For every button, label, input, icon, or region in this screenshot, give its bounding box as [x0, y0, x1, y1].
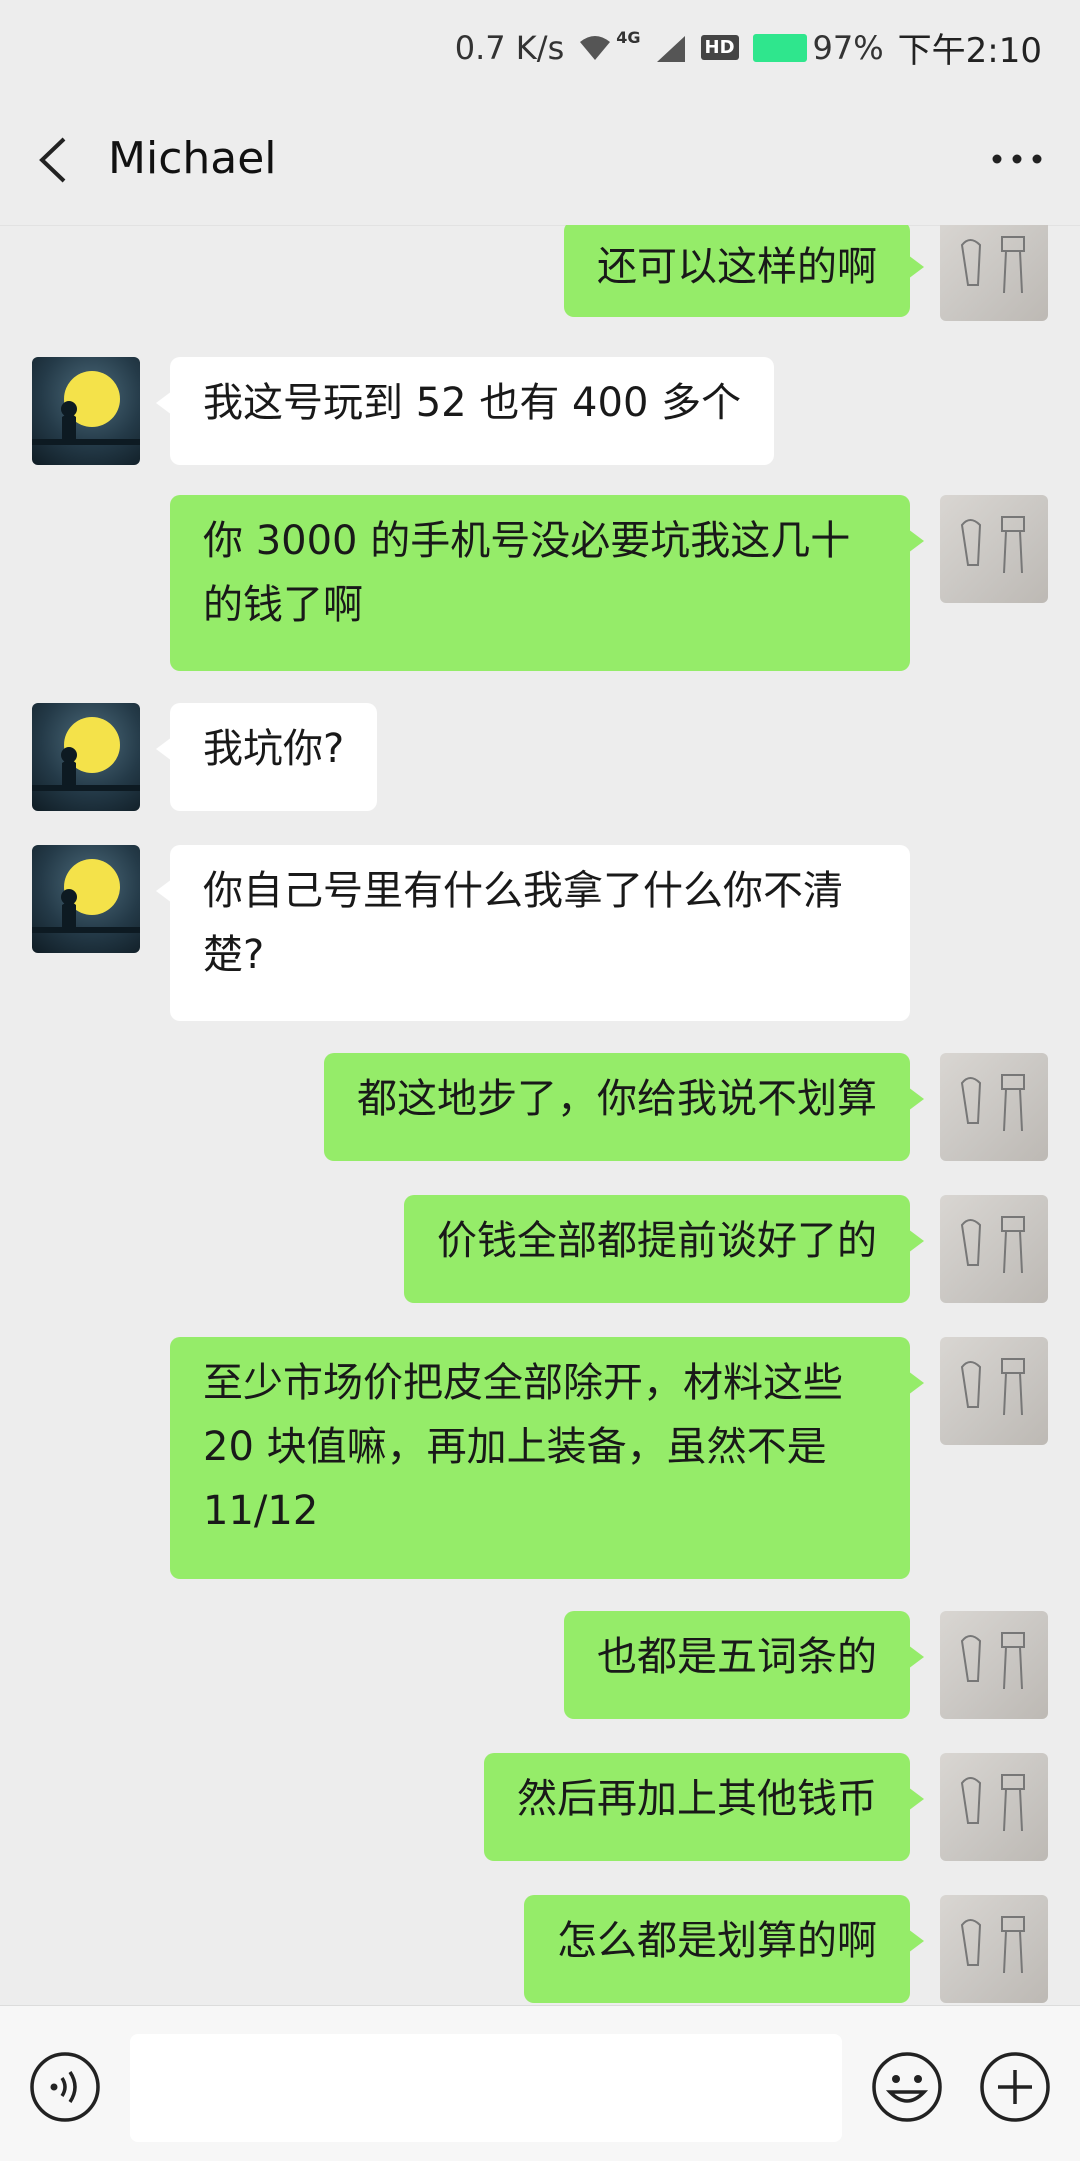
my-avatar[interactable]: [940, 1611, 1048, 1719]
sketch-figure-icon: [960, 1774, 1025, 1832]
input-bar: [0, 2005, 1080, 2161]
message-bubble[interactable]: 我坑你?: [155, 703, 378, 811]
message-bubble[interactable]: 价钱全部都提前谈好了的: [404, 1195, 924, 1303]
message-bubble[interactable]: 怎么都是划算的啊: [524, 1895, 924, 2003]
message-bubble[interactable]: 也都是五词条的: [564, 1611, 924, 1719]
moon-silhouette-icon: [32, 717, 140, 791]
message-bubble[interactable]: 你自己号里有什么我拿了什么你不清楚?: [156, 845, 910, 1021]
my-avatar[interactable]: [940, 495, 1048, 603]
my-avatar[interactable]: [940, 1895, 1048, 2003]
sketch-figure-icon: [960, 236, 1025, 294]
hd-badge: HD: [700, 35, 739, 60]
sketch-figure-icon: [960, 516, 1025, 574]
contact-avatar[interactable]: [32, 357, 140, 465]
sketch-figure-icon: [960, 1632, 1025, 1690]
contact-avatar[interactable]: [32, 703, 140, 811]
signal-icon: [656, 35, 685, 62]
voice-icon[interactable]: [28, 2050, 102, 2124]
more-dots-icon[interactable]: [990, 147, 1044, 171]
moon-silhouette-icon: [32, 859, 140, 933]
message-input[interactable]: [130, 2034, 842, 2142]
sketch-figure-icon: [960, 1216, 1025, 1274]
my-avatar[interactable]: [940, 1053, 1048, 1161]
battery-icon: [752, 33, 807, 62]
my-avatar[interactable]: [940, 1337, 1048, 1445]
message-bubble[interactable]: 都这地步了，你给我说不划算: [324, 1053, 924, 1161]
message-bubble[interactable]: 至少市场价把皮全部除开，材料这些 20 块值嘛，再加上装备，虽然不是 11/12: [170, 1337, 924, 1579]
battery-level: 97%: [812, 28, 884, 67]
moon-silhouette-icon: [32, 371, 140, 445]
wifi-icon: [580, 35, 611, 60]
message-bubble[interactable]: 然后再加上其他钱币: [484, 1753, 924, 1861]
sketch-figure-icon: [960, 1358, 1025, 1416]
status-bar: 0.7 K/s 4G HD 97% 下午2:10: [0, 0, 1080, 95]
my-avatar[interactable]: [940, 1195, 1048, 1303]
message-bubble[interactable]: 你 3000 的手机号没必要坑我这几十的钱了啊: [170, 495, 924, 671]
message-list[interactable]: 还可以这样的啊 我这号玩到 52 也有 400 多个 你 3000 的手机号没必…: [0, 225, 1080, 2005]
message-bubble[interactable]: 还可以这样的啊: [564, 225, 924, 317]
clock: 下午2:10: [897, 31, 1042, 71]
network-speed: 0.7 K/s: [454, 28, 565, 67]
sketch-figure-icon: [960, 1074, 1025, 1132]
contact-avatar[interactable]: [32, 845, 140, 953]
emoji-icon[interactable]: [870, 2050, 944, 2124]
my-avatar[interactable]: [940, 1753, 1048, 1861]
my-avatar[interactable]: [940, 225, 1048, 321]
chat-title: Michael: [108, 133, 277, 184]
chevron-left-icon[interactable]: [34, 135, 74, 185]
plus-icon[interactable]: [978, 2050, 1052, 2124]
message-bubble[interactable]: 我这号玩到 52 也有 400 多个: [155, 357, 775, 465]
sketch-figure-icon: [960, 1916, 1025, 1974]
chat-header: Michael: [0, 95, 1080, 226]
network-type: 4G: [616, 28, 641, 47]
